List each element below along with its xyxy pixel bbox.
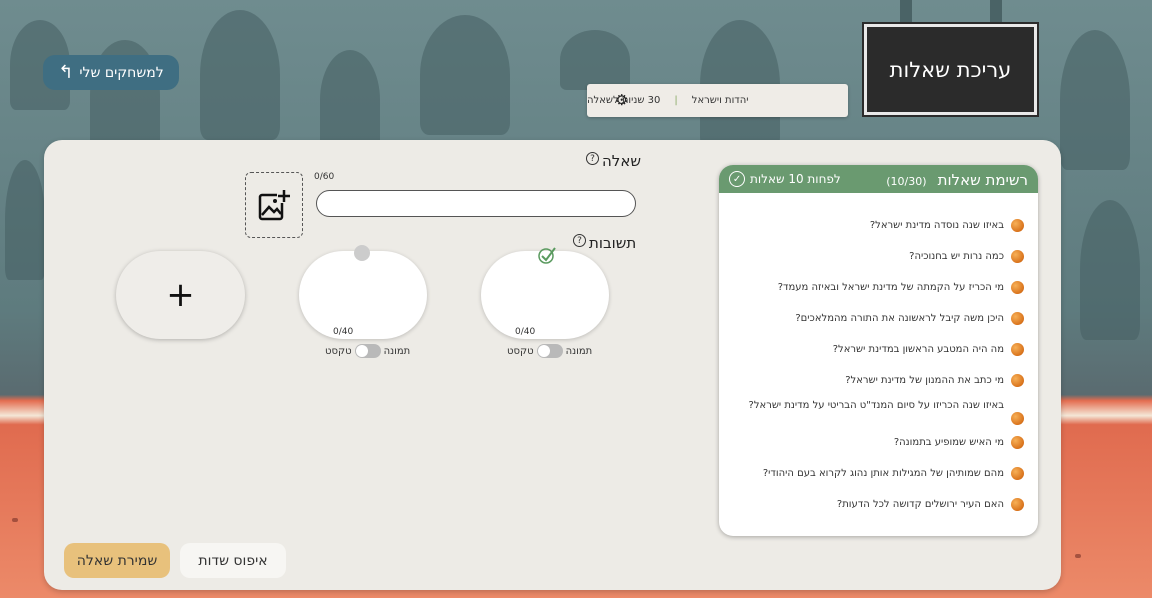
correct-answer-check-icon[interactable] [537,245,557,270]
toggle-text-label: טקסט [325,345,352,357]
image-text-switch[interactable] [536,344,563,358]
answer-box-1[interactable]: 0/40 [481,247,609,339]
question-text: מי הכריז על הקמתה של מדינת ישראל ובאיזה … [777,282,1004,293]
question-list-item[interactable]: מהם שמותיהן של המגילות אותן נהוג לקרוא ב… [744,467,1024,498]
ball-icon [1011,436,1024,449]
add-image-button[interactable] [245,172,303,238]
question-list-item[interactable]: מה היה המטבע הראשון במדינת ישראל? [744,343,1024,374]
page-title: עריכת שאלות [862,22,1039,117]
back-button-label: למשחקים שלי [79,64,164,81]
question-list-item[interactable]: כמה נרות יש בחנוכיה? [744,250,1024,281]
question-text: היכן משה קיבל לראשונה את התורה מהמלאכים? [795,313,1004,324]
ball-icon [1011,250,1024,263]
question-list-item[interactable]: היכן משה קיבל לראשונה את התורה מהמלאכים? [744,312,1024,343]
answer-char-counter: 0/40 [515,327,536,337]
gear-icon[interactable]: ⚙ [615,91,628,109]
ball-icon [1011,281,1024,294]
question-text: באיזו שנה הכריזו על סיום המנד"ט הבריטי ע… [748,400,1004,411]
question-list: באיזו שנה נוסדה מדינת ישראל? כמה נרות יש… [744,219,1024,529]
game-settings-bar: יהדות וישראל | 30 שניות לשאלה ⚙ [587,84,848,117]
floor-spot [1075,554,1081,558]
question-char-counter: 0/60 [314,172,335,182]
question-list-item[interactable]: האם העיר ירושלים קדושה לכל הדעות? [744,498,1024,529]
answer-type-toggle-1: תמונה טקסט [507,344,592,358]
plus-icon: + [166,275,195,315]
ball-icon [1011,374,1024,387]
question-text: האם העיר ירושלים קדושה לכל הדעות? [836,499,1004,510]
question-list-card: רשימת שאלות (10/30) לפחות 10 שאלות ✓ באי… [719,165,1038,536]
toggle-image-label: תמונה [565,345,593,357]
question-text: באיזו שנה נוסדה מדינת ישראל? [869,220,1004,231]
question-list-item[interactable]: מי הכריז על הקמתה של מדינת ישראל ובאיזה … [744,281,1024,312]
toggle-image-label: תמונה [383,345,411,357]
question-text: מי כתב את ההמנון של מדינת ישראל? [845,375,1004,386]
floor-spot [12,518,18,522]
ball-icon [1011,312,1024,325]
help-icon[interactable]: ? [586,152,599,165]
ball-icon [1011,219,1024,232]
category-label: יהדות וישראל [691,95,749,106]
question-list-item[interactable]: באיזו שנה הכריזו על סיום המנד"ט הבריטי ע… [744,400,1024,436]
answers-label: תשובות [589,234,637,252]
question-text: מה היה המטבע הראשון במדינת ישראל? [832,344,1004,355]
ball-icon [1011,498,1024,511]
reset-fields-button[interactable]: איפוס שדות [180,543,286,578]
minimum-questions-label: לפחות 10 שאלות [750,172,841,186]
answer-char-counter: 0/40 [333,327,354,337]
back-to-my-games-button[interactable]: ↰ למשחקים שלי [43,55,179,90]
question-list-item[interactable]: מי האיש שמופיע בתמונה? [744,436,1024,467]
answer-box-2[interactable]: 0/40 [299,245,427,339]
help-icon[interactable]: ? [573,234,586,247]
add-answer-button[interactable]: + [116,251,245,339]
return-arrow-icon: ↰ [58,62,74,83]
add-image-icon [258,189,291,221]
mark-correct-dot[interactable] [354,245,370,261]
question-list-header: רשימת שאלות (10/30) לפחות 10 שאלות ✓ [719,165,1038,193]
answer-type-toggle-2: תמונה טקסט [325,344,410,358]
image-text-switch[interactable] [354,344,381,358]
ball-icon [1011,343,1024,356]
ball-icon [1011,467,1024,480]
question-list-title: רשימת שאלות [937,170,1028,189]
settings-separator: | [674,95,678,106]
question-count: (10/30) [886,174,927,188]
question-text: כמה נרות יש בחנוכיה? [909,251,1004,262]
check-circle-icon: ✓ [729,171,745,187]
question-list-item[interactable]: באיזו שנה נוסדה מדינת ישראל? [744,219,1024,250]
toggle-text-label: טקסט [507,345,534,357]
question-text: מהם שמותיהן של המגילות אותן נהוג לקרוא ב… [762,468,1004,479]
question-text: מי האיש שמופיע בתמונה? [893,437,1004,448]
question-input[interactable] [316,190,636,217]
question-label-group: שאלה ? [586,152,641,170]
save-question-button[interactable]: שמירת שאלה [64,543,170,578]
minimum-questions-note: לפחות 10 שאלות ✓ [729,171,841,187]
ball-icon [1011,412,1024,425]
question-label: שאלה [602,152,641,170]
answers-label-group: תשובות ? [573,234,636,252]
